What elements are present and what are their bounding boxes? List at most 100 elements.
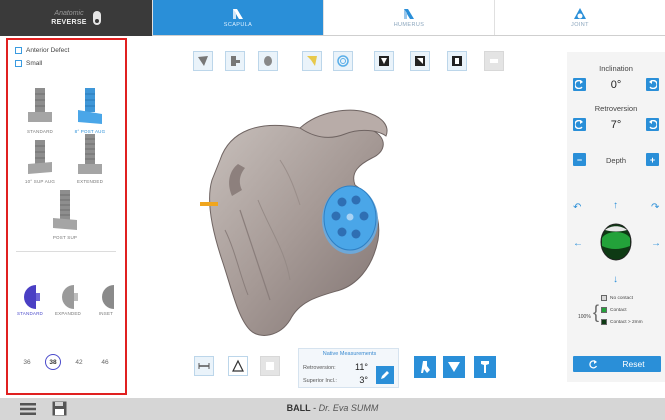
case-name: BALL — [286, 403, 311, 413]
tab-humerus[interactable]: HUMERUS — [323, 0, 494, 35]
checkbox-box[interactable] — [15, 60, 22, 67]
implant-post-sup[interactable]: POST SUP — [45, 190, 85, 240]
retroversion-label: Retroversion — [594, 104, 638, 113]
checkbox-box[interactable] — [15, 47, 22, 54]
size-selector: 36 38 42 46 — [14, 354, 118, 370]
glenosphere-inset[interactable]: INSET — [86, 284, 126, 316]
view-glenoid-button[interactable] — [258, 51, 278, 71]
depth-increase-button[interactable]: + — [646, 153, 659, 166]
humerus-icon — [404, 9, 414, 19]
legend-label: Contact — [610, 307, 627, 313]
plus-icon: + — [649, 154, 656, 165]
doctor-name: Dr. Eva SUMM — [318, 403, 379, 413]
view-anterior-button[interactable] — [193, 51, 213, 71]
measure-distance-button[interactable] — [194, 356, 214, 376]
edit-measurements-button[interactable] — [376, 366, 394, 384]
glenosphere-standard[interactable]: STANDARD — [10, 284, 50, 316]
legend-swatch-no-contact — [601, 295, 607, 301]
legend-label: No contact — [610, 295, 633, 301]
implant-8-post-aug[interactable]: 8° POST AUG — [70, 88, 110, 134]
glenosphere-expanded-label: EXPANDED — [54, 311, 82, 316]
baseplate-augmented-icon — [78, 88, 102, 124]
reset-label: Reset — [622, 359, 645, 369]
arm-position-button[interactable] — [414, 356, 436, 378]
implant-standard-label: STANDARD — [26, 129, 54, 134]
move-up-icon[interactable]: ↑ — [613, 200, 618, 211]
transparency-icon — [337, 55, 349, 67]
baseplate-post-sup-icon — [53, 190, 77, 230]
flip-icon — [415, 56, 425, 66]
joint-icon — [574, 8, 586, 19]
superior-inclination-value: 3° — [359, 375, 368, 385]
legend-swatch-contact — [601, 307, 607, 313]
humerus-position-button[interactable] — [474, 356, 496, 378]
scapula-position-button[interactable] — [443, 356, 465, 378]
reset-icon — [589, 359, 598, 368]
tab-scapula[interactable]: SCAPULA — [152, 0, 323, 35]
legend-swatch-contact-2mm — [601, 319, 607, 325]
scapula-3d-viewport[interactable] — [150, 90, 430, 340]
scapula-small-icon — [448, 362, 460, 372]
tab-joint[interactable]: JOINT — [494, 0, 665, 35]
rotate-right-icon — [649, 120, 657, 129]
rotate-view-button[interactable] — [374, 51, 394, 71]
humerus-small-icon — [481, 361, 489, 373]
legend-contact-2mm: Contact > 2mm — [601, 319, 643, 325]
baseplate-sup-aug-icon — [28, 140, 52, 174]
small-checkbox[interactable]: Small — [15, 60, 42, 67]
implant-10-sup-aug[interactable]: 10° SUP AUG — [20, 138, 60, 184]
anterior-defect-checkbox[interactable]: Anterior Defect — [15, 47, 69, 54]
contact-map-icon — [600, 223, 632, 261]
pencil-icon — [381, 371, 389, 379]
retroversion-value: 11° — [355, 362, 368, 372]
legend-contact: Contact — [601, 307, 627, 313]
implant-extended[interactable]: EXTENDED — [70, 134, 110, 184]
top-bar: Anatomic REVERSE SCAPULA HUMERUS JOINT — [0, 0, 665, 36]
implant-extended-label: EXTENDED — [76, 179, 104, 184]
transparency-button[interactable] — [333, 51, 353, 71]
rotate-right-icon — [649, 80, 657, 89]
size-option-selected[interactable]: 38 — [45, 354, 61, 370]
implant-view-button[interactable] — [447, 51, 467, 71]
mode-switch[interactable]: Anatomic REVERSE — [0, 0, 152, 36]
implant-standard[interactable]: STANDARD — [20, 88, 60, 134]
legend-brace: { — [593, 302, 600, 322]
move-right-icon[interactable]: → — [651, 238, 661, 249]
legend-percent: 100% — [578, 314, 591, 320]
mode-subtitle: Anatomic — [54, 10, 84, 17]
measure-angle-button[interactable] — [228, 356, 248, 376]
mode-toggle[interactable] — [92, 11, 101, 25]
glenosphere-standard-label: STANDARD — [16, 311, 44, 316]
scapula-model-image — [200, 109, 388, 336]
mode-title: REVERSE — [51, 19, 87, 26]
ruler-icon — [198, 363, 210, 369]
inclination-increase-button[interactable] — [646, 78, 659, 91]
baseplate-standard-icon — [28, 88, 52, 122]
glenosphere-inset-label: INSET — [98, 311, 114, 316]
tab-scapula-label: SCAPULA — [223, 22, 253, 28]
size-option[interactable]: 36 — [19, 354, 35, 370]
legend-label: Contact > 2mm — [610, 319, 643, 325]
rotate-ccw-icon[interactable]: ↶ — [573, 202, 581, 213]
move-down-icon[interactable]: ↓ — [613, 274, 618, 285]
tab-humerus-label: HUMERUS — [393, 22, 425, 28]
move-left-icon[interactable]: ← — [573, 238, 583, 249]
size-option[interactable]: 46 — [97, 354, 113, 370]
scapula-view-icon — [198, 56, 208, 66]
rotate-cw-icon[interactable]: ↷ — [651, 202, 659, 213]
view-lateral-button[interactable] — [225, 51, 245, 71]
glenosphere-expanded-icon — [62, 285, 78, 309]
retroversion-increase-button[interactable] — [646, 118, 659, 131]
native-measurements-panel: Native Measurements Retroversion: 11° Su… — [298, 348, 399, 388]
implant-icon — [452, 56, 462, 66]
view-superior-button[interactable] — [302, 51, 322, 71]
disabled-measure-button[interactable] — [260, 356, 280, 376]
glenosphere-expanded[interactable]: EXPANDED — [48, 284, 88, 316]
flip-view-button[interactable] — [410, 51, 430, 71]
size-option[interactable]: 42 — [71, 354, 87, 370]
reset-button[interactable]: Reset — [573, 356, 661, 372]
orientation-panel: Inclination 0° Retroversion 7° − Depth +… — [567, 52, 665, 382]
lateral-view-icon — [231, 56, 240, 66]
disabled-tool-button[interactable] — [484, 51, 504, 71]
tab-joint-label: JOINT — [571, 22, 589, 28]
